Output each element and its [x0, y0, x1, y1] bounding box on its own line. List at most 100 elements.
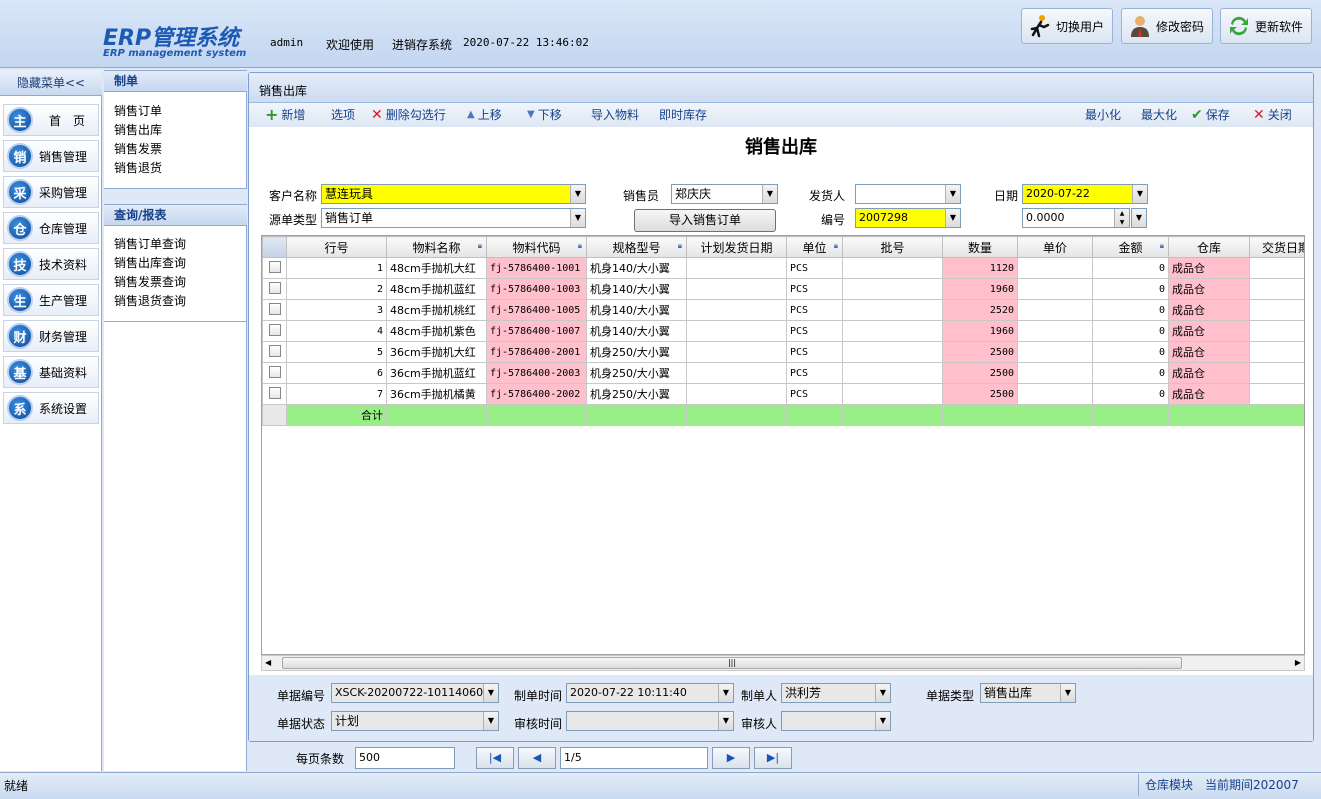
table-row[interactable]: 1 48cm手抛机大红 fj-5786400-1001 机身140/大小翼 PCS 112… [262, 257, 1304, 279]
chevron-down-icon[interactable]: ▼ [483, 684, 498, 702]
material-name-cell[interactable]: 48cm手抛机桃红 [386, 299, 487, 321]
warehouse-cell[interactable]: 成品仓 [1168, 341, 1250, 363]
line-no-cell[interactable]: 2 [286, 278, 387, 300]
delivery-date-cell[interactable] [1249, 320, 1304, 342]
realtime-stock-button[interactable]: 即时库存 [659, 103, 707, 127]
unit-cell[interactable]: PCS [786, 299, 843, 321]
source-type-select[interactable]: 销售订单 ▼ [321, 208, 586, 228]
material-name-cell[interactable]: 36cm手抛机大红 [386, 341, 487, 363]
hide-menu-toggle[interactable]: 隐藏菜单<< [0, 70, 102, 96]
row-checkbox[interactable] [268, 323, 281, 336]
col-header-line-no[interactable]: 行号 [286, 236, 387, 258]
chevron-down-icon[interactable]: ▼ [718, 712, 733, 730]
col-header-unit[interactable]: 单位 🔒︎ [786, 236, 843, 258]
nav-item-warehouse[interactable]: 仓仓库管理 [3, 212, 99, 244]
batch-cell[interactable] [842, 383, 943, 405]
scroll-left-icon[interactable]: ◀ [265, 656, 271, 670]
chevron-down-icon[interactable]: ▼ [762, 185, 777, 203]
amount-cell[interactable]: 0 [1092, 257, 1169, 279]
plan-date-cell[interactable] [686, 341, 787, 363]
sub-link-sales-invoice[interactable]: 销售发票 [114, 140, 162, 159]
col-header-plan-date[interactable]: 计划发货日期 [686, 236, 787, 258]
doc-no-field[interactable]: XSCK-20200722-101140600 ▼ [331, 683, 499, 703]
sub-link-invoice-query[interactable]: 销售发票查询 [114, 273, 186, 292]
spec-cell[interactable]: 机身140/大小翼 [586, 299, 687, 321]
chevron-down-icon[interactable]: ▼ [1132, 209, 1146, 227]
col-header-delivery-date[interactable]: 交货日期 [1249, 236, 1304, 258]
row-checkbox[interactable] [268, 302, 281, 315]
price-cell[interactable] [1017, 299, 1093, 321]
amount-cell[interactable]: 0 [1092, 278, 1169, 300]
col-header-warehouse[interactable]: 仓库 [1168, 236, 1250, 258]
material-name-cell[interactable]: 48cm手抛机紫色 [386, 320, 487, 342]
price-cell[interactable] [1017, 257, 1093, 279]
delete-checked-button[interactable]: ✕ 删除勾选行 [371, 103, 446, 127]
spec-cell[interactable]: 机身250/大小翼 [586, 383, 687, 405]
chevron-down-icon[interactable]: ▼ [945, 209, 960, 227]
row-checkbox[interactable] [268, 281, 281, 294]
line-no-cell[interactable]: 7 [286, 383, 387, 405]
material-name-cell[interactable]: 36cm手抛机橘黄 [386, 383, 487, 405]
nav-item-tech[interactable]: 技技术资料 [3, 248, 99, 280]
date-picker[interactable]: 2020-07-22 ▼ [1022, 184, 1148, 204]
line-no-cell[interactable]: 1 [286, 257, 387, 279]
horizontal-scrollbar[interactable]: ◀ ||| ▶ [261, 655, 1305, 671]
page-indicator[interactable]: 1/5 [560, 747, 708, 769]
unit-cell[interactable]: PCS [786, 278, 843, 300]
plan-date-cell[interactable] [686, 320, 787, 342]
customer-select[interactable]: 慧连玩具 ▼ [321, 184, 586, 204]
spec-cell[interactable]: 机身140/大小翼 [586, 278, 687, 300]
status-field[interactable]: 计划 ▼ [331, 711, 499, 731]
qty-cell[interactable]: 1960 [942, 320, 1018, 342]
unit-cell[interactable]: PCS [786, 383, 843, 405]
row-checkbox[interactable] [268, 344, 281, 357]
material-code-cell[interactable]: fj-5786400-2003 [486, 362, 587, 384]
material-name-cell[interactable]: 48cm手抛机大红 [386, 257, 487, 279]
row-checkbox-cell[interactable] [262, 341, 287, 363]
plan-date-cell[interactable] [686, 299, 787, 321]
row-checkbox-cell[interactable] [262, 257, 287, 279]
chevron-down-icon[interactable]: ▼ [1060, 684, 1075, 702]
warehouse-cell[interactable]: 成品仓 [1168, 299, 1250, 321]
qty-cell[interactable]: 2500 [942, 362, 1018, 384]
delivery-date-cell[interactable] [1249, 383, 1304, 405]
move-down-button[interactable]: ▼ 下移 [527, 103, 562, 127]
batch-cell[interactable] [842, 257, 943, 279]
price-cell[interactable] [1017, 278, 1093, 300]
nav-item-home[interactable]: 主首 页 [3, 104, 99, 136]
qty-cell[interactable]: 2500 [942, 383, 1018, 405]
price-cell[interactable] [1017, 362, 1093, 384]
col-header-batch[interactable]: 批号 [842, 236, 943, 258]
line-no-cell[interactable]: 4 [286, 320, 387, 342]
chevron-down-icon[interactable]: ▼ [875, 684, 890, 702]
col-header-spec[interactable]: 规格型号 🔒︎ [586, 236, 687, 258]
move-up-button[interactable]: ▲ 上移 [467, 103, 502, 127]
row-checkbox-cell[interactable] [262, 299, 287, 321]
col-header-material-code[interactable]: 物料代码 🔒︎ [486, 236, 587, 258]
creator-field[interactable]: 洪利芳 ▼ [781, 683, 891, 703]
auditor-field[interactable]: ▼ [781, 711, 891, 731]
table-row[interactable]: 6 36cm手抛机蓝红 fj-5786400-2003 机身250/大小翼 PCS 250… [262, 362, 1304, 384]
amount-cell[interactable]: 0 [1092, 341, 1169, 363]
delivery-date-cell[interactable] [1249, 299, 1304, 321]
nav-item-purchase[interactable]: 采采购管理 [3, 176, 99, 208]
row-checkbox[interactable] [268, 365, 281, 378]
sub-link-outbound-query[interactable]: 销售出库查询 [114, 254, 186, 273]
nav-item-sales[interactable]: 销销售管理 [3, 140, 99, 172]
unit-cell[interactable]: PCS [786, 320, 843, 342]
scroll-right-icon[interactable]: ▶ [1295, 656, 1301, 670]
spec-cell[interactable]: 机身140/大小翼 [586, 320, 687, 342]
shipper-select[interactable]: ▼ [855, 184, 961, 204]
price-cell[interactable] [1017, 341, 1093, 363]
material-code-cell[interactable]: fj-5786400-1003 [486, 278, 587, 300]
col-header-material-name[interactable]: 物料名称 🔒︎ [386, 236, 487, 258]
warehouse-cell[interactable]: 成品仓 [1168, 278, 1250, 300]
qty-cell[interactable]: 1960 [942, 278, 1018, 300]
doc-type-field[interactable]: 销售出库 ▼ [980, 683, 1076, 703]
minimize-button[interactable]: 最小化 [1085, 103, 1121, 127]
batch-cell[interactable] [842, 320, 943, 342]
warehouse-cell[interactable]: 成品仓 [1168, 320, 1250, 342]
plan-date-cell[interactable] [686, 383, 787, 405]
table-row[interactable]: 2 48cm手抛机蓝红 fj-5786400-1003 机身140/大小翼 PCS 196… [262, 278, 1304, 300]
batch-cell[interactable] [842, 362, 943, 384]
